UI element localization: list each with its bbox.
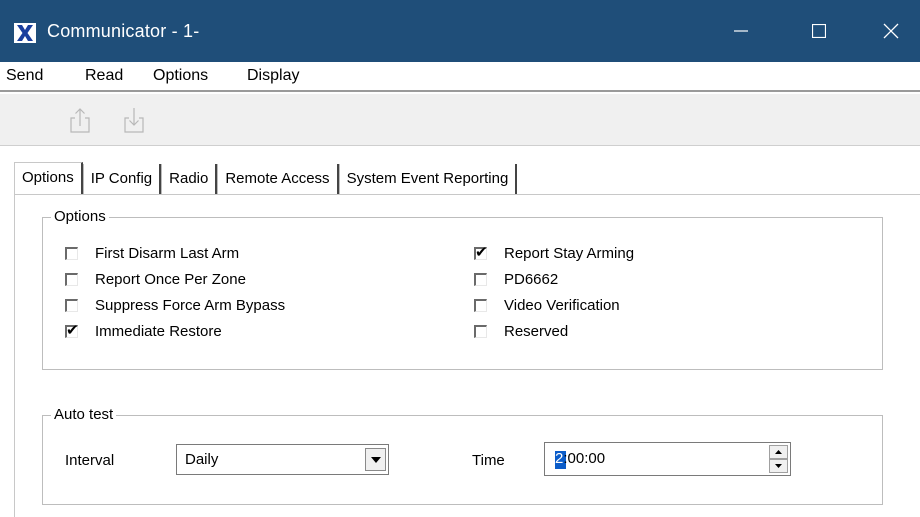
auto-test-group: Auto test Interval Daily Time 2:00:00 <box>42 406 883 505</box>
checkbox-label: Immediate Restore <box>95 322 222 340</box>
checkbox-box[interactable] <box>474 272 487 286</box>
check-mark-icon: ✔ <box>66 321 79 339</box>
menu-send[interactable]: Send <box>6 67 43 85</box>
interval-select[interactable]: Daily <box>176 444 389 475</box>
checkbox-box[interactable] <box>65 272 78 286</box>
window-title: Communicator - 1- <box>47 21 200 41</box>
maximize-button[interactable] <box>794 0 844 62</box>
tab-remote-access[interactable]: Remote Access <box>217 164 339 194</box>
spin-down-button[interactable] <box>769 459 788 473</box>
chevron-down-icon <box>775 464 782 468</box>
close-icon <box>883 23 899 39</box>
menu-bar: Send Read Options Display <box>0 62 920 92</box>
time-label: Time <box>472 452 505 469</box>
checkbox-label: PD6662 <box>504 270 559 288</box>
time-value: 2:00:00 <box>555 450 605 467</box>
checkbox-box[interactable] <box>474 324 487 338</box>
checkbox-box[interactable]: ✔ <box>474 243 488 261</box>
options-group-title: Options <box>51 208 109 225</box>
menu-read-label: Read <box>85 67 124 84</box>
checkbox-suppress-force-arm-bypass[interactable]: Suppress Force Arm Bypass <box>65 295 285 315</box>
checkbox-label: Reserved <box>504 322 569 340</box>
checkbox-report-once-per-zone[interactable]: Report Once Per Zone <box>65 269 246 289</box>
checkbox-label: Suppress Force Arm Bypass <box>95 296 286 314</box>
app-logo-icon <box>14 23 36 43</box>
checkbox-first-disarm-last-arm[interactable]: First Disarm Last Arm <box>65 243 239 263</box>
tab-options[interactable]: Options <box>14 162 83 194</box>
download-button[interactable] <box>121 106 147 134</box>
checkbox-immediate-restore[interactable]: ✔ Immediate Restore <box>65 321 222 341</box>
upload-icon <box>70 108 90 133</box>
menu-send-label: Send <box>6 67 44 84</box>
maximize-icon <box>812 24 826 38</box>
toolbar <box>0 94 920 146</box>
download-icon <box>124 108 144 133</box>
checkbox-video-verification[interactable]: Video Verification <box>474 295 620 315</box>
check-mark-icon: ✔ <box>475 243 488 261</box>
minimize-button[interactable] <box>716 0 766 62</box>
checkbox-label: Video Verification <box>504 296 620 314</box>
menu-options[interactable]: Options <box>153 67 208 85</box>
interval-value: Daily <box>185 451 219 468</box>
upload-button[interactable] <box>67 106 93 134</box>
minimize-icon <box>734 30 748 32</box>
checkbox-box[interactable] <box>474 298 487 312</box>
checkbox-label: Report Stay Arming <box>504 244 635 262</box>
menu-display-label: Display <box>247 67 300 84</box>
interval-label: Interval <box>65 452 115 469</box>
chevron-down-icon <box>370 456 381 463</box>
time-spinner-input[interactable]: 2:00:00 <box>544 442 791 476</box>
checkbox-report-stay-arming[interactable]: ✔ Report Stay Arming <box>474 243 634 263</box>
checkbox-box[interactable] <box>65 298 78 312</box>
checkbox-box[interactable]: ✔ <box>65 321 79 339</box>
close-button[interactable] <box>866 0 916 62</box>
checkbox-pd6662[interactable]: PD6662 <box>474 269 558 289</box>
menu-read[interactable]: Read <box>85 67 123 85</box>
menu-options-label: Options <box>153 67 209 84</box>
tab-ip-config[interactable]: IP Config <box>82 164 162 194</box>
checkbox-label: First Disarm Last Arm <box>95 244 240 262</box>
checkbox-box[interactable] <box>65 246 78 260</box>
checkbox-label: Report Once Per Zone <box>95 270 246 288</box>
tab-system-event-reporting[interactable]: System Event Reporting <box>338 164 518 194</box>
menu-display[interactable]: Display <box>247 67 299 85</box>
dropdown-arrow-button[interactable] <box>365 448 386 471</box>
checkbox-reserved[interactable]: Reserved <box>474 321 568 341</box>
time-rest: :00:00 <box>563 450 606 467</box>
auto-test-group-title: Auto test <box>51 406 117 423</box>
options-group: Options First Disarm Last Arm Report Onc… <box>42 208 883 370</box>
tab-strip: Options IP Config Radio Remote Access Sy… <box>14 162 518 194</box>
tab-radio[interactable]: Radio <box>161 164 218 194</box>
title-bar: Communicator - 1- <box>0 0 920 62</box>
tab-control: Options IP Config Radio Remote Access Sy… <box>0 147 920 517</box>
spin-up-button[interactable] <box>769 445 788 459</box>
options-tab-panel: Options First Disarm Last Arm Report Onc… <box>14 194 920 517</box>
chevron-up-icon <box>775 450 782 454</box>
spin-buttons <box>769 445 788 473</box>
